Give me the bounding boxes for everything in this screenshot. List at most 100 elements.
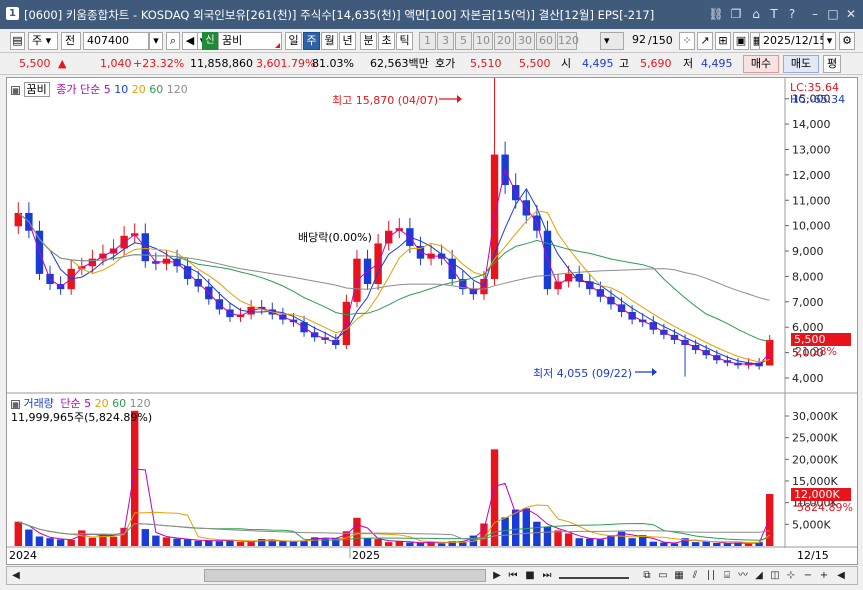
window-icon[interactable]: ▭ — [655, 568, 671, 584]
volume-bar — [670, 543, 679, 546]
period-day[interactable]: 일 — [285, 32, 302, 50]
up-arrow-icon: ▲ — [58, 57, 67, 70]
low-value: 4,495 — [701, 57, 733, 70]
volume-menu-icon[interactable]: ▦ — [11, 399, 20, 409]
zoom-slider[interactable] — [559, 573, 629, 579]
market-value: 주 — [32, 34, 43, 47]
text-icon[interactable]: T — [766, 6, 782, 22]
volume-bar — [744, 543, 753, 546]
chart-scrollbar[interactable]: ◀ ▶ ⏮ ■ ⏭ ⧉ ▭ ▦ ⫽ ∣∣ ⌸ 〰 ◢ ◫ ⊹ − + ◀ — [6, 566, 858, 585]
volume-tick-label: 30,000K — [792, 410, 838, 423]
minimize-icon[interactable]: – — [807, 6, 823, 22]
layout-icon[interactable]: ▤ — [10, 32, 25, 50]
save-icon[interactable]: ▣ — [733, 32, 749, 50]
eval-button[interactable]: 평 — [823, 55, 841, 73]
zoom-icon[interactable]: ⊞ — [715, 32, 731, 50]
speaker-icon[interactable]: ◀ — [182, 32, 198, 50]
date-input[interactable]: 2025/12/15 — [759, 32, 826, 50]
volume-bar — [501, 517, 509, 546]
interval-custom-select[interactable]: ▾ — [600, 32, 624, 50]
interval-60[interactable]: 60 — [536, 32, 556, 50]
draw-icon[interactable]: ↗ — [697, 32, 713, 50]
chart-svg[interactable]: 15,00014,00013,00012,00011,00010,0009,00… — [7, 76, 857, 564]
link-icon[interactable]: ⛓ — [708, 6, 724, 22]
zoom-in-icon[interactable]: + — [816, 568, 832, 584]
interval-3[interactable]: 3 — [437, 32, 454, 50]
wave-icon[interactable]: 〰 — [735, 568, 751, 584]
interval-30[interactable]: 30 — [515, 32, 535, 50]
period-second[interactable]: 초 — [378, 32, 395, 50]
interval-1[interactable]: 1 — [419, 32, 436, 50]
grid-icon[interactable]: ⁘ — [679, 32, 695, 50]
lock-icon[interactable]: ⌂ — [748, 6, 764, 22]
period-month[interactable]: 월 — [321, 32, 338, 50]
close-icon[interactable]: ✕ — [843, 6, 859, 22]
search-icon[interactable]: ⌕ — [166, 32, 180, 50]
bars-icon[interactable]: ∣∣ — [703, 568, 719, 584]
layout-grid-icon[interactable]: ▦ — [671, 568, 687, 584]
stock-name-field[interactable]: 꿈비 — [218, 32, 282, 50]
volume-bar — [141, 529, 149, 546]
pane-menu-icon[interactable]: ▦ — [11, 85, 20, 95]
price-tick-label: 14,000 — [792, 118, 831, 131]
volume-bar — [649, 541, 657, 546]
change-pct: +23.32% — [133, 57, 185, 70]
help-icon[interactable]: ? — [784, 6, 800, 22]
volume-bar — [723, 543, 732, 546]
market-select[interactable]: 주 ▾ — [28, 32, 58, 50]
period-minute[interactable]: 분 — [360, 32, 377, 50]
volume-bar — [533, 521, 541, 546]
period-tick[interactable]: 틱 — [396, 32, 413, 50]
last-icon[interactable]: ⏭ — [539, 568, 555, 584]
price-tick-label: 9,000 — [792, 245, 824, 258]
chart-line-icon[interactable]: ⫽ — [687, 568, 703, 584]
volume-bar — [194, 540, 202, 546]
restore-icon[interactable]: ❐ — [728, 6, 744, 22]
scroll-end-icon[interactable]: ◀ — [833, 568, 849, 584]
mode-select[interactable]: 전 — [61, 32, 81, 50]
code-input[interactable]: 407400 — [83, 32, 149, 50]
volume-bar — [268, 540, 276, 546]
count-field[interactable]: 92 — [628, 32, 648, 50]
first-icon[interactable]: ⏮ — [505, 568, 521, 584]
buy-button[interactable]: 매수 — [743, 55, 779, 73]
volume-bar — [183, 539, 192, 546]
interval-120[interactable]: 120 — [557, 32, 579, 50]
scroll-left-icon[interactable]: ◀ — [8, 568, 24, 584]
interval-5[interactable]: 5 — [455, 32, 472, 50]
scroll-right-icon[interactable]: ▶ — [489, 568, 505, 584]
price-value: 5,500 — [19, 57, 51, 70]
zoom-out-icon[interactable]: − — [800, 568, 816, 584]
interval-10[interactable]: 10 — [473, 32, 493, 50]
date-dropdown-icon[interactable]: ▾ — [823, 32, 836, 50]
volume-bar — [205, 540, 213, 546]
price-tick-label: 11,000 — [792, 194, 831, 207]
chart-area[interactable]: 15,000 14,000 13,000 12,000 11,000 10,000 9,00… — [6, 76, 858, 565]
stock-name-tag: 꿈비 — [23, 82, 50, 97]
candle-icon[interactable]: ⌸ — [719, 568, 735, 584]
volume-value: 11,858,860 — [190, 57, 253, 70]
scroll-thumb[interactable] — [204, 569, 486, 582]
copy-icon[interactable]: ⧉ — [639, 568, 655, 584]
price-tick-label: 12,000 — [792, 169, 831, 182]
area-icon[interactable]: ◢ — [751, 568, 767, 584]
price-tick-label: 13,000 — [792, 143, 831, 156]
volume-bar — [564, 533, 573, 546]
maximize-icon[interactable]: □ — [825, 6, 841, 22]
volume-bar — [247, 542, 255, 546]
stop-icon[interactable]: ■ — [522, 568, 538, 584]
period-year[interactable]: 년 — [339, 32, 356, 50]
volume-bar — [691, 542, 700, 546]
volume-tick-label: 20,000K — [792, 453, 838, 466]
quote-bar: 5,500 ▲ 1,040 +23.32% 11,858,860 3,601.7… — [0, 54, 863, 75]
volume-ratio: 3,601.79% — [256, 57, 316, 70]
count-total: /150 — [648, 34, 673, 47]
code-dropdown-icon[interactable]: ▾ — [149, 32, 163, 50]
settings-icon[interactable]: ⚙ — [839, 32, 855, 50]
interval-20[interactable]: 20 — [494, 32, 514, 50]
crosshair-icon[interactable]: ⊹ — [783, 568, 799, 584]
x-label-2024: 2024 — [9, 549, 37, 562]
period-week[interactable]: 주 — [303, 32, 320, 50]
sell-button[interactable]: 매도 — [783, 55, 819, 73]
capture-icon[interactable]: ◫ — [767, 568, 783, 584]
